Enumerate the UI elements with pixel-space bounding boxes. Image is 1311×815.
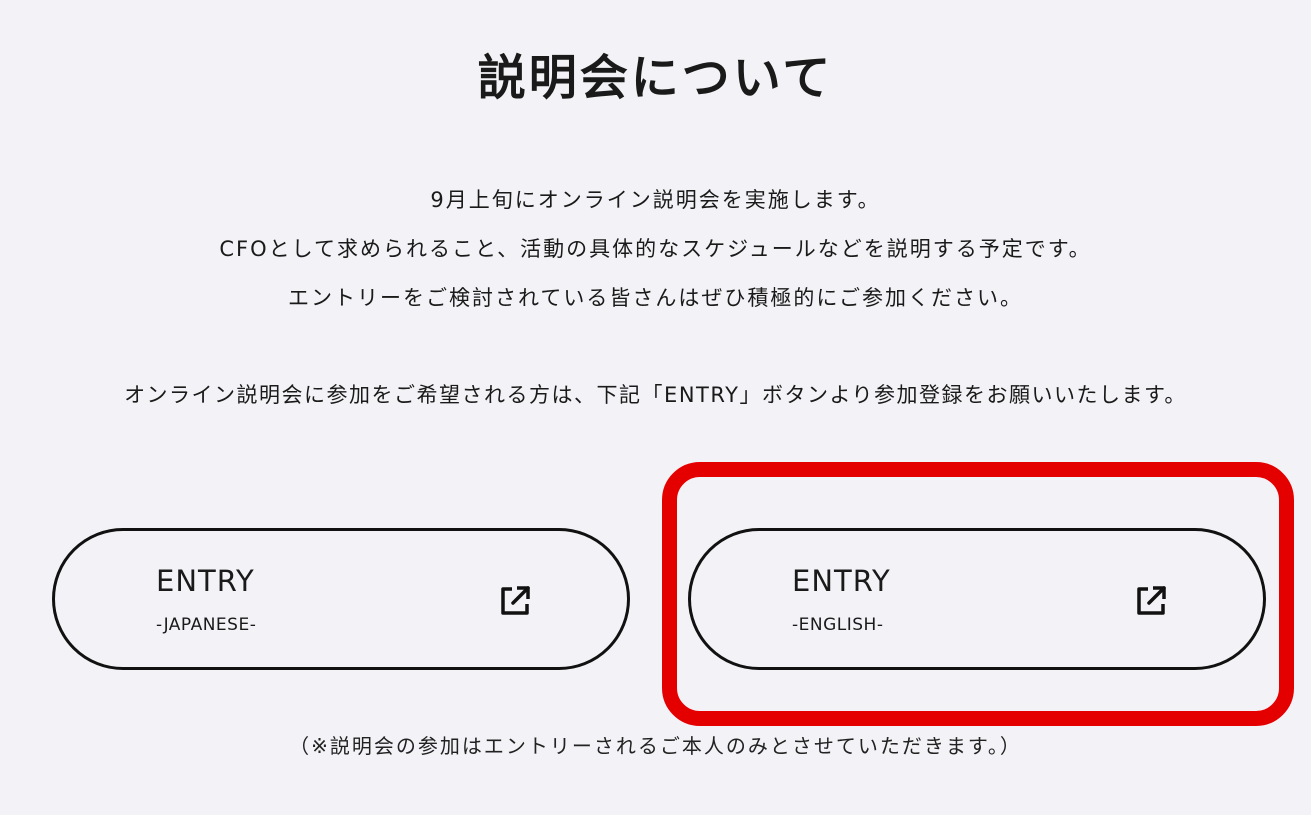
entry-japanese-subtitle: -JAPANESE- [156,615,257,635]
intro-line-2: CFOとして求められること、活動の具体的なスケジュールなどを説明する予定です。 [219,237,1092,261]
intro-text: 9月上旬にオンライン説明会を実施します。 CFOとして求められること、活動の具体… [0,176,1311,323]
intro-line-1: 9月上旬にオンライン説明会を実施します。 [430,188,881,212]
entry-english-title: ENTRY [792,564,891,598]
intro-line-3: エントリーをご検討されている皆さんはぜひ積極的にご参加ください。 [288,286,1023,310]
entry-japanese-button[interactable]: ENTRY -JAPANESE- [52,528,630,670]
entry-english-button[interactable]: ENTRY -ENGLISH- [688,528,1266,670]
registration-notice: オンライン説明会に参加をご希望される方は、下記「ENTRY」ボタンより参加登録を… [124,383,1187,407]
entry-japanese-title: ENTRY [156,564,255,598]
page-title: 説明会について [477,50,834,106]
external-link-icon [1134,584,1168,618]
external-link-icon [498,584,532,618]
footnote: （※説明会の参加はエントリーされるご本人のみとさせていただきます。） [289,734,1022,758]
entry-english-subtitle: -ENGLISH- [792,615,884,635]
